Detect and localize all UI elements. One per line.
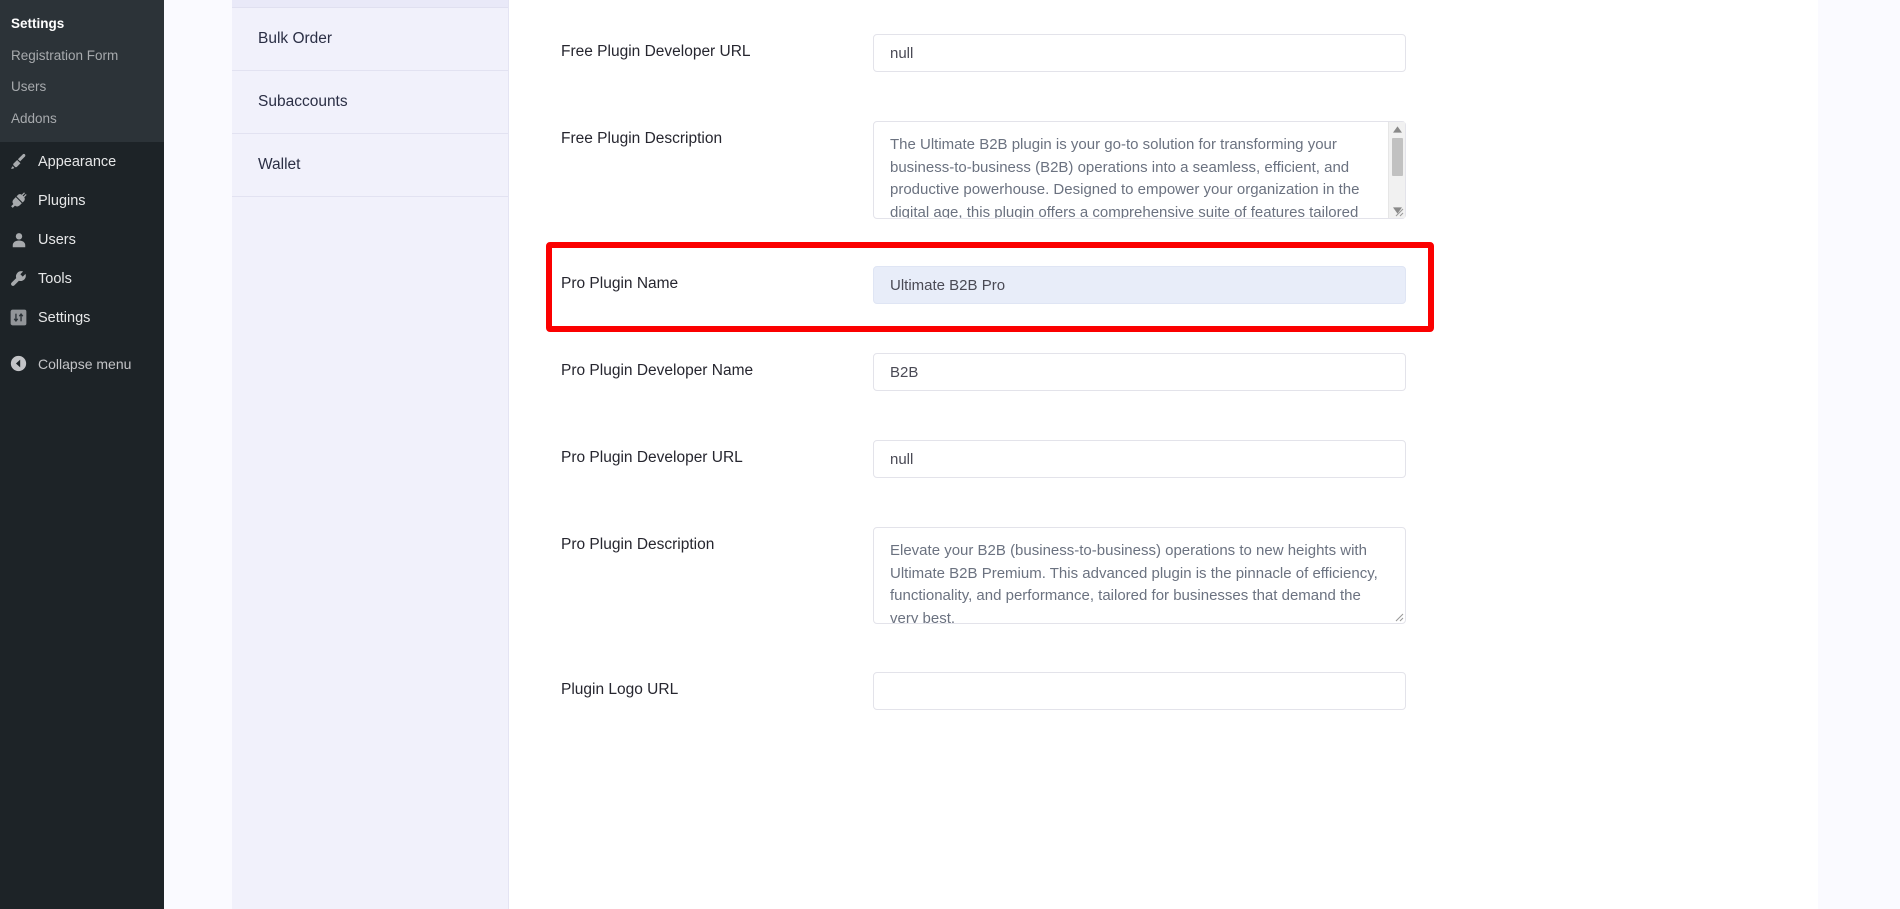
sidebar-submenu-item-settings[interactable]: Settings <box>0 8 164 40</box>
sidebar-item-appearance[interactable]: Appearance <box>0 142 164 181</box>
app-screen: Settings Registration Form Users Addons … <box>0 0 1900 909</box>
free-plugin-description-wrap: The Ultimate B2B plugin is your go-to so… <box>873 121 1406 219</box>
sidebar-item-users[interactable]: Users <box>0 220 164 259</box>
textarea-resize-grip[interactable] <box>1391 204 1404 217</box>
tab-wallet[interactable]: Wallet <box>232 134 508 197</box>
scroll-up-arrow-icon[interactable] <box>1389 122 1405 137</box>
plug-icon <box>8 190 29 211</box>
sidebar-submenu-label: Users <box>11 79 47 95</box>
left-gutter <box>164 0 232 909</box>
sidebar-item-label: Plugins <box>38 192 86 209</box>
field-control <box>873 353 1406 391</box>
free-plugin-developer-url-input[interactable] <box>873 34 1406 72</box>
pro-plugin-description-wrap: Elevate your B2B (business-to-business) … <box>873 527 1406 624</box>
paintbrush-icon <box>8 151 29 172</box>
sidebar-item-tools[interactable]: Tools <box>0 259 164 298</box>
collapse-menu-label: Collapse menu <box>38 355 132 372</box>
pro-plugin-name-input[interactable] <box>873 266 1406 304</box>
field-control <box>873 266 1406 304</box>
field-label: Pro Plugin Name <box>561 275 679 292</box>
tabs-column-filler <box>232 197 508 909</box>
field-control <box>873 440 1406 478</box>
free-plugin-description-textarea[interactable]: The Ultimate B2B plugin is your go-to so… <box>873 121 1406 219</box>
pro-plugin-description-textarea[interactable]: Elevate your B2B (business-to-business) … <box>873 527 1406 624</box>
pro-plugin-developer-name-input[interactable] <box>873 353 1406 391</box>
sidebar-item-label: Appearance <box>38 153 117 170</box>
field-row-pro-plugin-developer-url: Pro Plugin Developer URL <box>561 440 1406 478</box>
sidebar-item-settings[interactable]: Settings <box>0 298 164 337</box>
plugin-logo-url-input[interactable] <box>873 672 1406 710</box>
field-label: Free Plugin Developer URL <box>561 43 751 60</box>
user-icon <box>8 229 29 250</box>
wrench-icon <box>8 268 29 289</box>
field-control: Elevate your B2B (business-to-business) … <box>873 527 1406 624</box>
sidebar-submenu-group: Settings Registration Form Users Addons <box>0 0 164 143</box>
sidebar-submenu-item-users[interactable]: Users <box>0 71 164 103</box>
tab-label: Wallet <box>258 156 301 173</box>
sidebar-item-plugins[interactable]: Plugins <box>0 181 164 220</box>
submenu-clipped-top <box>0 0 164 8</box>
chevron-left-circle-icon <box>8 353 29 374</box>
sidebar-item-label: Settings <box>38 309 91 326</box>
tab-label: Bulk Order <box>258 30 333 47</box>
field-label: Free Plugin Description <box>561 130 723 147</box>
sliders-icon <box>8 307 29 328</box>
sidebar-submenu-item-registration-form[interactable]: Registration Form <box>0 40 164 72</box>
page-canvas: Bulk Order Subaccounts Wallet Free Plugi… <box>164 0 1900 909</box>
sidebar-item-label: Users <box>38 231 76 248</box>
field-row-free-plugin-description: Free Plugin Description The Ultimate B2B… <box>561 121 1406 219</box>
textarea-resize-grip[interactable] <box>1391 609 1404 622</box>
field-label: Pro Plugin Developer Name <box>561 362 754 379</box>
tab-clipped-top <box>232 0 508 8</box>
tab-bulk-order[interactable]: Bulk Order <box>232 8 508 71</box>
field-row-free-plugin-developer-url: Free Plugin Developer URL <box>561 34 1406 72</box>
sidebar-collapse-menu[interactable]: Collapse menu <box>0 343 164 384</box>
field-row-pro-plugin-name: Pro Plugin Name <box>561 266 1406 304</box>
tab-label: Subaccounts <box>258 93 348 110</box>
field-control <box>873 672 1406 710</box>
field-label: Pro Plugin Description <box>561 536 715 553</box>
field-label: Pro Plugin Developer URL <box>561 449 743 466</box>
right-gutter <box>1818 0 1900 909</box>
field-row-pro-plugin-description: Pro Plugin Description Elevate your B2B … <box>561 527 1406 624</box>
field-label: Plugin Logo URL <box>561 681 679 698</box>
field-control <box>873 34 1406 72</box>
settings-form-panel: Free Plugin Developer URL Free Plugin De… <box>509 0 1818 909</box>
tab-subaccounts[interactable]: Subaccounts <box>232 71 508 134</box>
pro-plugin-developer-url-input[interactable] <box>873 440 1406 478</box>
sidebar-submenu-label: Registration Form <box>11 47 119 63</box>
sidebar-submenu-item-addons[interactable]: Addons <box>0 103 164 135</box>
field-control: The Ultimate B2B plugin is your go-to so… <box>873 121 1406 219</box>
scrollbar-thumb[interactable] <box>1391 138 1403 176</box>
settings-tabs-column: Bulk Order Subaccounts Wallet <box>232 0 509 909</box>
sidebar-submenu-label: Settings <box>11 16 65 31</box>
sidebar-submenu-label: Addons <box>11 110 57 126</box>
sidebar-item-label: Tools <box>38 270 72 287</box>
field-row-plugin-logo-url: Plugin Logo URL <box>561 672 1406 710</box>
wp-admin-sidebar: Settings Registration Form Users Addons … <box>0 0 164 909</box>
field-row-pro-plugin-developer-name: Pro Plugin Developer Name <box>561 353 1406 391</box>
